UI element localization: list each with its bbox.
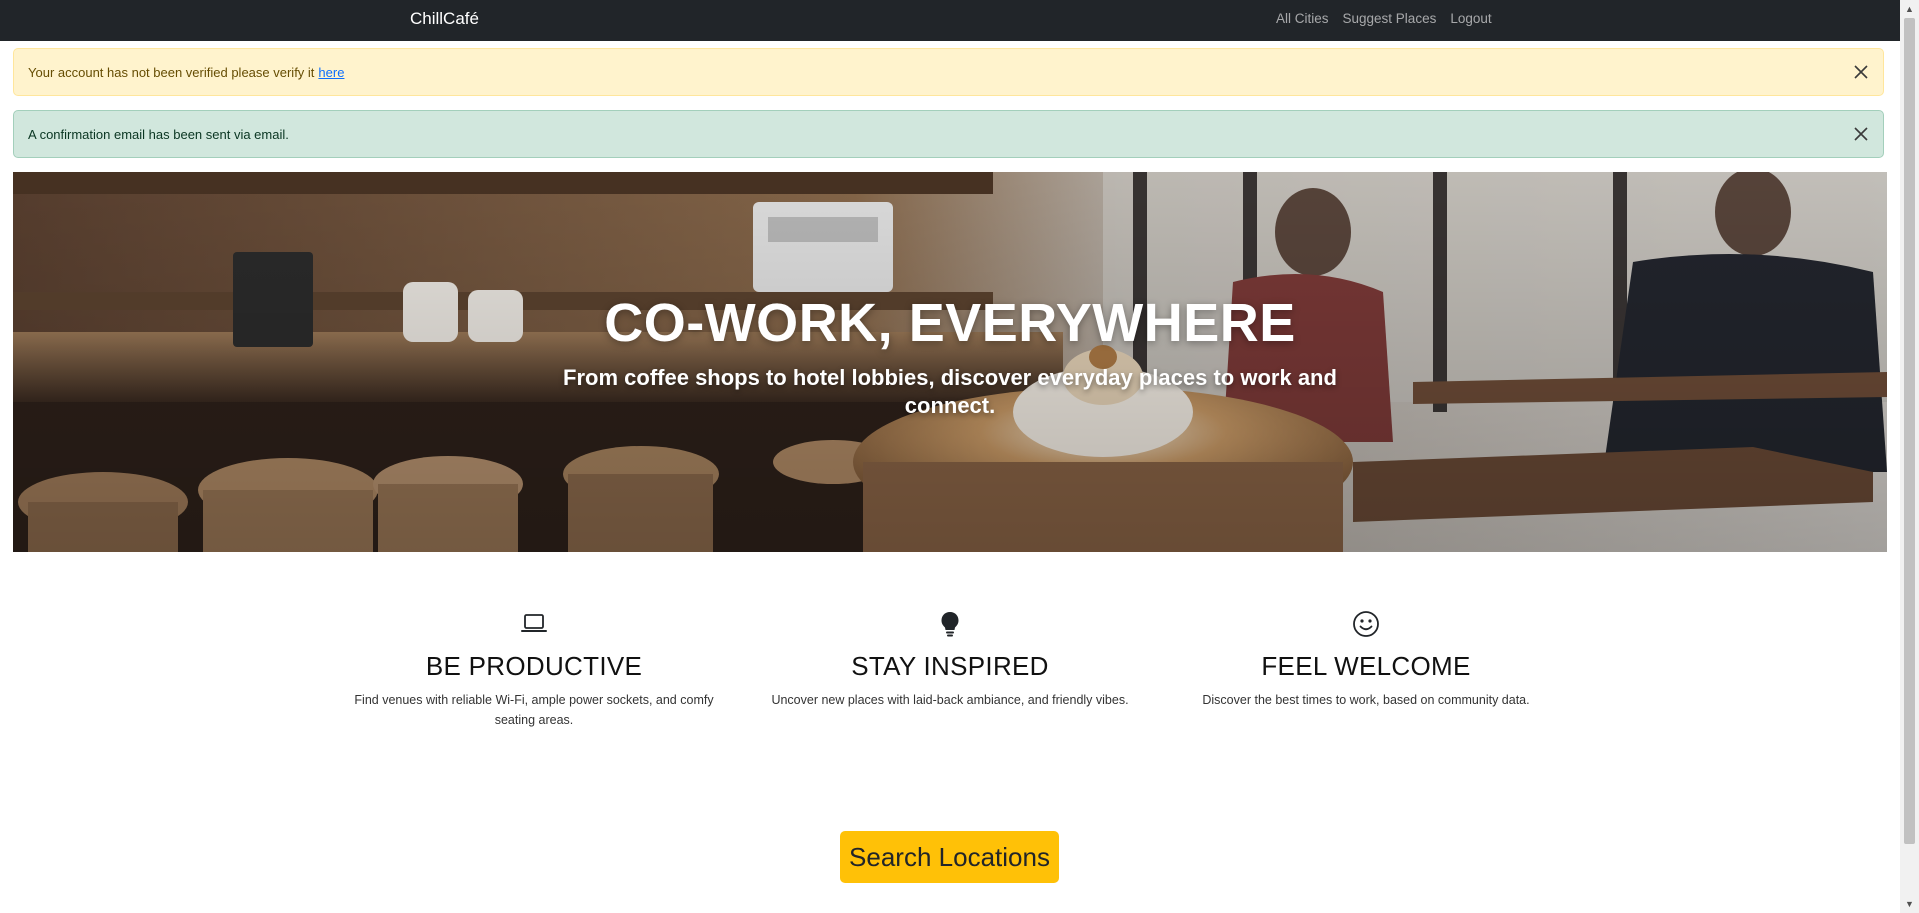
nav-link-suggest-places[interactable]: Suggest Places: [1343, 11, 1437, 26]
feature-description: Discover the best times to work, based o…: [1202, 693, 1530, 707]
feature-feel-welcome: FEEL WELCOME Discover the best times to …: [1166, 609, 1566, 710]
nav-links: All Cities Suggest Places Logout: [1276, 11, 1492, 26]
close-icon[interactable]: [1851, 124, 1871, 144]
laptop-icon: [519, 609, 549, 639]
scroll-down-icon[interactable]: ▼: [1904, 898, 1915, 910]
feature-be-productive: BE PRODUCTIVE Find venues with reliable …: [334, 609, 734, 730]
feature-description: Uncover new places with laid-back ambian…: [771, 693, 1129, 707]
feature-description: Find venues with reliable Wi-Fi, ample p…: [354, 693, 714, 727]
lightbulb-icon: [935, 609, 965, 639]
search-locations-button[interactable]: Search Locations: [840, 831, 1059, 883]
verify-account-alert: Your account has not been verified pleas…: [13, 48, 1884, 96]
hero-cafe-image: [13, 172, 1887, 552]
hero-subtitle: From coffee shops to hotel lobbies, disc…: [563, 365, 1337, 418]
verify-alert-text: Your account has not been verified pleas…: [28, 64, 315, 80]
feature-title: STAY INSPIRED: [851, 651, 1049, 681]
confirmation-alert-text: A confirmation email has been sent via e…: [28, 126, 289, 142]
page: ChillCafé All Cities Suggest Places Logo…: [0, 0, 1900, 913]
smile-icon: [1351, 609, 1381, 639]
verify-here-link[interactable]: here: [318, 65, 344, 80]
feature-stay-inspired: STAY INSPIRED Uncover new places with la…: [750, 609, 1150, 710]
confirmation-email-alert: A confirmation email has been sent via e…: [13, 110, 1884, 158]
scroll-up-icon[interactable]: ▲: [1904, 3, 1915, 15]
brand-logo-link[interactable]: ChillCafé: [410, 9, 479, 29]
feature-title: FEEL WELCOME: [1261, 651, 1471, 681]
feature-title: BE PRODUCTIVE: [425, 651, 643, 681]
nav-link-logout[interactable]: Logout: [1450, 11, 1491, 26]
page-scrollbar[interactable]: ▲ ▼: [1900, 0, 1919, 913]
close-icon[interactable]: [1851, 62, 1871, 82]
hero-title: CO-WORK, EVERYWHERE: [604, 293, 1296, 353]
nav-link-all-cities[interactable]: All Cities: [1276, 11, 1329, 26]
scrollbar-thumb[interactable]: [1904, 18, 1915, 844]
navbar: ChillCafé All Cities Suggest Places Logo…: [0, 0, 1900, 41]
hero-banner: CO-WORK, EVERYWHERE From coffee shops to…: [13, 172, 1887, 552]
